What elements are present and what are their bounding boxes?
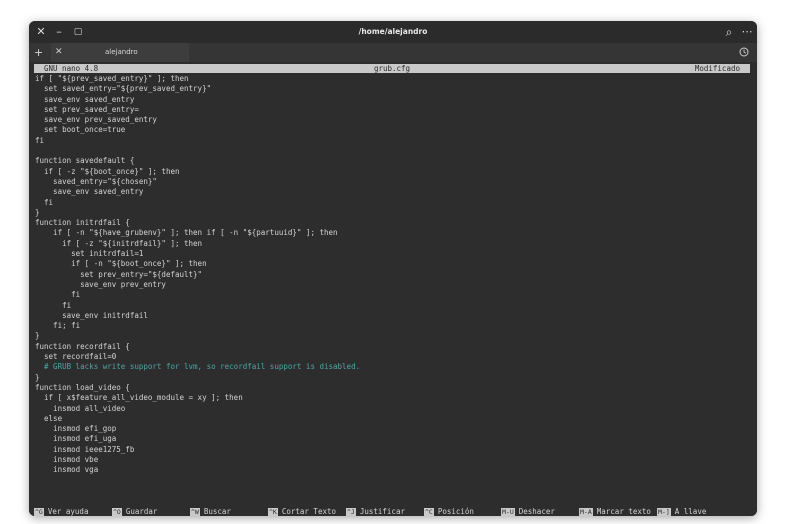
code-line: saved_entry="${chosen}" xyxy=(35,176,157,186)
shortcut-key: M-U xyxy=(501,508,515,516)
shortcut-key: ^G xyxy=(34,508,44,516)
code-line: fi xyxy=(35,300,72,310)
shortcut-label: Guardar xyxy=(125,507,158,516)
shortcut-key: M-] xyxy=(657,508,671,516)
code-line: fi xyxy=(35,197,54,207)
menu-icon[interactable]: ⋯ xyxy=(739,21,755,43)
shortcut-item: M-U Deshacer xyxy=(501,507,555,516)
shortcut-key: ^C xyxy=(424,508,434,516)
code-line: } xyxy=(35,207,40,217)
code-line: fi xyxy=(35,290,81,300)
shortcut-label: Cortar Texto xyxy=(281,507,337,516)
shortcut-item: M-A Marcar texto xyxy=(579,507,651,516)
shortcut-label: Justificar xyxy=(359,507,405,516)
code-line: save_env saved_entry xyxy=(35,187,144,197)
shortcut-item: ^K Cortar Texto xyxy=(268,507,336,516)
shortcut-key: M-A xyxy=(579,508,593,516)
code-line: function load_video { xyxy=(35,382,130,392)
shortcut-item: ^W Buscar xyxy=(190,507,231,516)
code-line: function savedefault { xyxy=(35,156,135,166)
code-line: save_env prev_saved_entry xyxy=(35,115,157,125)
code-line: insmod ieee1275_fb xyxy=(35,444,135,454)
shortcut-key: ^K xyxy=(268,508,278,516)
code-line: save_env initrdfail xyxy=(35,310,148,320)
code-line: set prev_saved_entry= xyxy=(35,104,139,114)
shortcut-item: ^J Justificar xyxy=(346,507,405,516)
code-line: function recordfail { xyxy=(35,341,130,351)
code-line: function initrdfail { xyxy=(35,218,130,228)
shortcut-item: M-] A llave xyxy=(657,507,706,516)
code-line: fi xyxy=(35,135,45,145)
new-tab-button[interactable]: + xyxy=(34,43,43,62)
nano-shortcut-bar: ^GVer ayuda^XSalir^OGuardar^RLeer fich.^… xyxy=(29,507,757,516)
shortcut-label: Buscar xyxy=(203,507,231,516)
code-line: insmod efi_uga xyxy=(35,434,117,444)
nano-status: Modificado xyxy=(694,64,740,73)
code-line: if [ x$feature_all_video_module = xy ]; … xyxy=(35,393,243,403)
code-line: set recordfail=0 xyxy=(35,352,117,362)
terminal-area[interactable]: GNU nano 4.8 grub.cfg Modificado if [ "$… xyxy=(29,62,757,516)
code-line: if [ -n "${boot_once}" ]; then xyxy=(35,259,207,269)
tab-close-icon[interactable]: ✕ xyxy=(55,43,63,62)
shortcut-label: Ver ayuda xyxy=(47,507,89,516)
code-line: } xyxy=(35,372,40,382)
code-comment-line: # GRUB lacks write support for lvm, so r… xyxy=(35,362,361,372)
code-line: insmod efi_gop xyxy=(35,424,117,434)
terminal-window: ✕ – ▢ /home/alejandro ⌕ ⋯ + ✕ alejandro … xyxy=(29,21,757,516)
tab-alejandro[interactable]: ✕ alejandro xyxy=(51,43,189,62)
code-line: if [ -z "${initrdfail}" ]; then xyxy=(35,238,203,248)
tab-label: alejandro xyxy=(105,48,138,56)
shortcut-label: A llave xyxy=(674,507,707,516)
code-line: if [ -z "${boot_once}" ]; then xyxy=(35,166,180,176)
code-line: insmod all_video xyxy=(35,403,126,413)
nano-header-bar: GNU nano 4.8 grub.cfg Modificado xyxy=(34,64,750,73)
shortcut-item: ^O Guardar xyxy=(112,507,157,516)
shortcut-label: Deshacer xyxy=(518,507,555,516)
code-line: insmod vga xyxy=(35,465,99,475)
code-line: set boot_once=true xyxy=(35,125,126,135)
code-line: save_env prev_entry xyxy=(35,279,166,289)
shortcut-key: ^W xyxy=(190,508,200,516)
code-line: if [ -n "${have_grubenv}" ]; then if [ -… xyxy=(35,228,338,238)
code-line: if [ "${prev_saved_entry}" ]; then xyxy=(35,74,189,83)
shortcut-key: ^J xyxy=(346,508,356,516)
code-line: fi; fi xyxy=(35,321,81,331)
titlebar: ✕ – ▢ /home/alejandro ⌕ ⋯ xyxy=(29,21,757,43)
tab-bar: + ✕ alejandro xyxy=(29,43,757,62)
code-line: set prev_entry="${default}" xyxy=(35,269,203,279)
search-icon[interactable]: ⌕ xyxy=(721,21,737,43)
nano-filename: grub.cfg xyxy=(373,64,411,73)
shortcut-key: ^O xyxy=(112,508,122,516)
code-line: insmod vbe xyxy=(35,454,99,464)
shortcut-item: ^C Posición xyxy=(424,507,474,516)
code-line: } xyxy=(35,331,40,341)
shortcut-item: ^G Ver ayuda xyxy=(34,507,88,516)
editor-content[interactable]: if [ "${prev_saved_entry}" ]; then set s… xyxy=(35,74,360,476)
code-line: save_env saved_entry xyxy=(35,94,135,104)
code-line: set initrdfail=1 xyxy=(35,249,144,259)
window-title: /home/alejandro xyxy=(358,27,428,36)
history-icon[interactable] xyxy=(739,47,749,57)
code-line: else xyxy=(35,413,63,423)
shortcut-label: Posición xyxy=(437,507,474,516)
code-line: set saved_entry="${prev_saved_entry}" xyxy=(35,84,212,94)
shortcut-label: Marcar texto xyxy=(596,507,651,516)
